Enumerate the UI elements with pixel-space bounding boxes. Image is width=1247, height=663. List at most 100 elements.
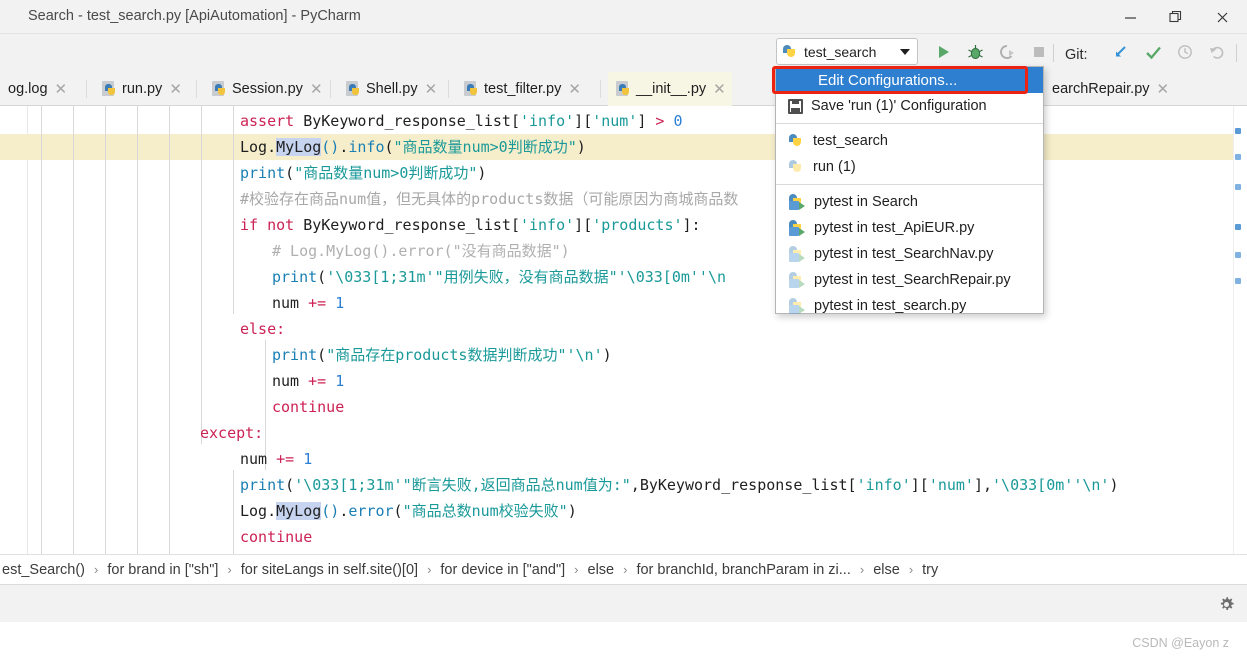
- breadcrumb-item[interactable]: for brand in ["sh"]: [105, 562, 220, 578]
- tab-separator: [600, 80, 601, 98]
- code-token: print: [272, 268, 318, 286]
- breadcrumb-item[interactable]: for device in ["and"]: [438, 562, 567, 578]
- breadcrumb-separator: ›: [623, 562, 628, 577]
- pytest-icon: [788, 271, 806, 289]
- code-line: print("商品存在products数据判断成功"'\n'): [272, 342, 612, 368]
- code-line: continue: [272, 394, 344, 420]
- breadcrumb-bar[interactable]: est_Search() › for brand in ["sh"] › for sit…: [0, 554, 1247, 584]
- main-toolbar: test_search Git:: [0, 34, 1247, 72]
- menu-item-label: pytest in test_SearchRepair.py: [814, 272, 1011, 288]
- tab-close-icon[interactable]: ✕: [55, 82, 68, 97]
- breadcrumb-item[interactable]: for siteLangs in self.site()[0]: [239, 562, 420, 578]
- code-token: if not: [240, 216, 304, 234]
- editor-tab[interactable]: Shell.py ✕: [338, 72, 443, 106]
- menu-item[interactable]: pytest in test_ApiEUR.py: [776, 215, 1043, 241]
- code-token: ]: [574, 216, 584, 234]
- code-line: except:: [200, 420, 263, 446]
- code-token: ): [1109, 476, 1119, 494]
- editor-tab[interactable]: og.log ✕: [0, 72, 73, 106]
- indent-guide: [233, 470, 234, 554]
- tab-separator: [196, 80, 197, 98]
- git-commit-button[interactable]: [1142, 41, 1164, 63]
- code-token: '\033[1;31m': [326, 268, 435, 286]
- code-line: if not ByKeyword_response_list['info']['…: [240, 212, 701, 238]
- code-token: (): [321, 138, 340, 156]
- pytest-icon: [788, 193, 806, 211]
- code-token: '\033[0m': [617, 268, 699, 286]
- code-token: ByKeyword_response_list: [639, 476, 848, 494]
- run-configuration-name: test_search: [804, 43, 877, 60]
- menu-item-label: test_search: [813, 133, 888, 149]
- editor-tab-active[interactable]: __init__.py ✕: [608, 72, 732, 106]
- git-update-project-button[interactable]: [1110, 41, 1132, 63]
- code-token: '\n: [698, 268, 727, 286]
- code-token: "断言失败,返回商品总num值为:": [402, 476, 631, 494]
- tab-close-icon[interactable]: ✕: [1157, 82, 1170, 97]
- indent-guide: [41, 106, 42, 554]
- debug-icon: [967, 44, 983, 59]
- editor-tab[interactable]: Session.py ✕: [204, 72, 329, 106]
- breadcrumb-item[interactable]: else: [871, 562, 902, 578]
- git-rollback-icon: [1209, 46, 1223, 59]
- code-token: [: [510, 216, 520, 234]
- editor-vertical-scrollbar[interactable]: [1233, 106, 1247, 554]
- settings-gear-button[interactable]: [1218, 596, 1235, 613]
- code-token: MyLog: [276, 502, 322, 520]
- menu-item[interactable]: pytest in test_SearchNav.py: [776, 241, 1043, 267]
- menu-item[interactable]: Edit Configurations...: [776, 67, 1043, 93]
- menu-item[interactable]: run (1): [776, 154, 1043, 180]
- run-button[interactable]: [932, 41, 954, 63]
- window-title: Search - test_search.py [ApiAutomation] …: [28, 8, 361, 24]
- code-editor[interactable]: assert ByKeyword_response_list['info']['…: [0, 106, 1247, 554]
- close-button[interactable]: [1199, 0, 1245, 34]
- breadcrumb-separator: ›: [859, 562, 865, 577]
- code-token: ByKeyword_response_list: [303, 216, 511, 234]
- git-history-icon: [1178, 45, 1192, 59]
- python-file-icon: [102, 81, 117, 97]
- code-token: [: [583, 216, 593, 234]
- maximize-button[interactable]: [1153, 0, 1199, 34]
- menu-item[interactable]: Save 'run (1)' Configuration: [776, 93, 1043, 119]
- code-token: +=: [276, 450, 304, 468]
- editor-tab[interactable]: earchRepair.py ✕: [1044, 72, 1175, 106]
- python-config-icon: [788, 159, 805, 175]
- menu-item[interactable]: test_search: [776, 128, 1043, 154]
- menu-item[interactable]: pytest in Search: [776, 189, 1043, 215]
- breadcrumb-item[interactable]: else: [586, 562, 617, 578]
- code-token: "商品总数num校验失败": [402, 502, 568, 520]
- code-line: num += 1: [240, 446, 312, 472]
- menu-item-label: Save 'run (1)' Configuration: [811, 98, 987, 114]
- git-history-button: [1174, 41, 1196, 63]
- breadcrumb-separator: ›: [574, 562, 579, 577]
- breadcrumb-item[interactable]: est_Search(): [0, 562, 87, 578]
- debug-button[interactable]: [964, 41, 986, 63]
- menu-item[interactable]: pytest in test_SearchRepair.py: [776, 267, 1043, 293]
- breadcrumb-item[interactable]: for branchId, branchParam in zi...: [634, 562, 852, 578]
- code-token: MyLog: [276, 138, 322, 156]
- editor-gutter[interactable]: [0, 106, 28, 554]
- code-token: #校验存在商品num值，但无具体的products数据（可能原因为商城商品数: [240, 190, 739, 208]
- editor-tab[interactable]: run.py ✕: [94, 72, 188, 106]
- code-token: "商品数量num>0判断成功": [393, 138, 577, 156]
- scroll-marker: [1235, 154, 1241, 160]
- code-line: print('\033[1;31m'"断言失败,返回商品总num值为:",ByK…: [240, 472, 1118, 498]
- tab-close-icon[interactable]: ✕: [169, 82, 182, 97]
- editor-tab-bar: og.log ✕ run.py ✕ Session.py ✕ Shell.py …: [0, 72, 1247, 106]
- code-token: 'info': [519, 112, 575, 130]
- run-configuration-selector[interactable]: test_search: [776, 38, 918, 65]
- editor-tab[interactable]: test_filter.py ✕: [456, 72, 587, 106]
- indent-guide: [169, 106, 170, 554]
- tab-close-icon[interactable]: ✕: [713, 82, 726, 97]
- minimize-button[interactable]: [1107, 0, 1153, 34]
- breadcrumb-item[interactable]: try: [920, 562, 940, 578]
- menu-item[interactable]: pytest in test_search.py: [776, 293, 1043, 319]
- code-token: '\n': [566, 346, 603, 364]
- git-label: Git:: [1065, 47, 1088, 63]
- tab-close-icon[interactable]: ✕: [310, 82, 323, 97]
- code-token: 'products': [592, 216, 683, 234]
- code-line: num += 1: [272, 290, 344, 316]
- chevron-down-icon: [900, 48, 910, 55]
- run-configuration-dropdown-menu[interactable]: Edit Configurations... Save 'run (1)' Con…: [775, 66, 1044, 314]
- tab-close-icon[interactable]: ✕: [425, 82, 438, 97]
- tab-close-icon[interactable]: ✕: [568, 82, 581, 97]
